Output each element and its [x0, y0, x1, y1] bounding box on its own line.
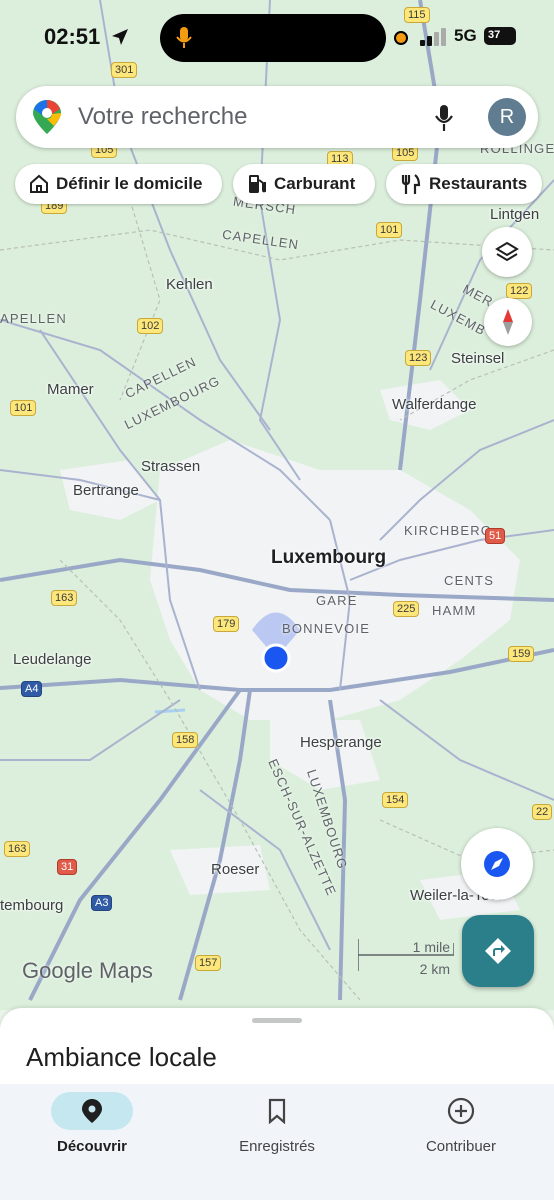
route-shield: 22	[532, 804, 553, 820]
recording-indicator-icon	[394, 31, 408, 45]
route-shield: 225	[393, 601, 420, 617]
chip-set-home[interactable]: Définir le domicile	[15, 164, 222, 204]
route-shield: 159	[508, 646, 535, 662]
microphone-icon[interactable]	[434, 104, 454, 132]
chip-label: Définir le domicile	[56, 174, 203, 193]
place-label: Walferdange	[392, 396, 477, 413]
dynamic-island	[160, 14, 386, 62]
battery-icon: 37	[484, 27, 516, 45]
district-label: HAMM	[432, 603, 477, 618]
scale-imperial: 1 mile	[412, 939, 450, 955]
home-icon	[30, 174, 48, 193]
place-label: Bertrange	[73, 482, 139, 499]
district-label: KIRCHBERG	[404, 523, 493, 538]
nav-label: Enregistrés	[239, 1138, 315, 1155]
place-label: APELLEN	[0, 311, 67, 326]
place-label: Lintgen	[490, 206, 540, 223]
search-bar[interactable]: Votre recherche R	[16, 86, 538, 148]
place-label: Mamer	[47, 381, 94, 398]
route-shield: 102	[137, 318, 164, 334]
route-shield: 157	[195, 955, 222, 971]
route-shield: 123	[405, 350, 432, 366]
google-maps-pin-icon	[33, 100, 61, 134]
layers-button[interactable]	[482, 227, 532, 277]
nav-label: Contribuer	[425, 1138, 497, 1155]
district-label: CENTS	[444, 573, 495, 588]
route-shield: 101	[376, 222, 403, 238]
scale-metric: 2 km	[419, 961, 450, 977]
chip-restaurants[interactable]: Restaurants	[386, 164, 542, 204]
district-label: GARE	[316, 593, 358, 608]
route-shield: A3	[91, 895, 113, 911]
sheet-drag-handle[interactable]	[252, 1018, 302, 1023]
sheet-title: Ambiance locale	[26, 1042, 217, 1072]
nav-item-discover[interactable]: Découvrir	[17, 1092, 167, 1155]
user-location-dot	[261, 643, 291, 673]
microphone-indicator-icon	[176, 27, 192, 48]
map-scale: 1 mile 2 km	[358, 935, 454, 977]
layers-icon	[495, 241, 519, 262]
directions-icon	[485, 938, 511, 964]
fuel-pump-icon	[249, 175, 266, 193]
cellular-signal-icon	[420, 28, 446, 46]
route-shield: 31	[57, 859, 78, 875]
route-shield: A4	[21, 681, 43, 697]
bottom-navigation: Découvrir Enregistrés Contribuer	[0, 1084, 554, 1200]
chip-label: Restaurants	[429, 174, 528, 193]
location-arrow-icon	[112, 29, 128, 45]
route-shield: 163	[51, 590, 78, 606]
nav-item-contribute[interactable]: Contribuer	[386, 1092, 536, 1155]
district-label: BONNEVOIE	[282, 621, 371, 636]
route-shield: 179	[213, 616, 240, 632]
explore-compass-icon	[484, 851, 510, 877]
nav-item-saved[interactable]: Enregistrés	[202, 1092, 352, 1155]
recenter-location-button[interactable]	[461, 828, 533, 900]
fork-knife-icon	[401, 174, 421, 194]
place-label: Leudelange	[13, 651, 92, 668]
battery-level: 37	[488, 29, 501, 41]
google-maps-logo: Google Maps	[22, 958, 153, 983]
route-shield: 158	[172, 732, 199, 748]
search-input[interactable]: Votre recherche	[78, 103, 247, 131]
nav-label: Découvrir	[56, 1138, 128, 1155]
place-label: Kehlen	[166, 276, 213, 293]
network-type: 5G	[454, 26, 477, 45]
status-time: 02:51	[44, 24, 101, 49]
route-shield: 51	[485, 528, 506, 544]
place-label: Strassen	[141, 458, 201, 475]
route-shield: 122	[506, 283, 533, 299]
directions-button[interactable]	[462, 915, 534, 987]
bookmark-icon	[268, 1098, 286, 1124]
compass-button[interactable]	[484, 298, 532, 346]
place-label: Roeser	[211, 861, 260, 878]
route-shield: 101	[10, 400, 37, 416]
route-shield: 163	[4, 841, 31, 857]
chip-fuel[interactable]: Carburant	[233, 164, 375, 204]
place-label: Steinsel	[451, 350, 505, 367]
location-pin-icon	[82, 1099, 102, 1123]
place-label: Hesperange	[300, 734, 382, 751]
route-shield: 301	[111, 62, 138, 78]
compass-needle-icon	[503, 309, 513, 335]
city-label: Luxembourg	[271, 547, 387, 568]
avatar[interactable]: R	[488, 98, 526, 136]
route-shield: 115	[404, 7, 430, 23]
route-shield: 154	[382, 792, 409, 808]
plus-circle-icon	[447, 1097, 475, 1125]
chip-label: Carburant	[274, 174, 356, 193]
bottom-sheet[interactable]: Ambiance locale	[0, 1008, 554, 1088]
place-label: tembourg	[0, 897, 64, 914]
